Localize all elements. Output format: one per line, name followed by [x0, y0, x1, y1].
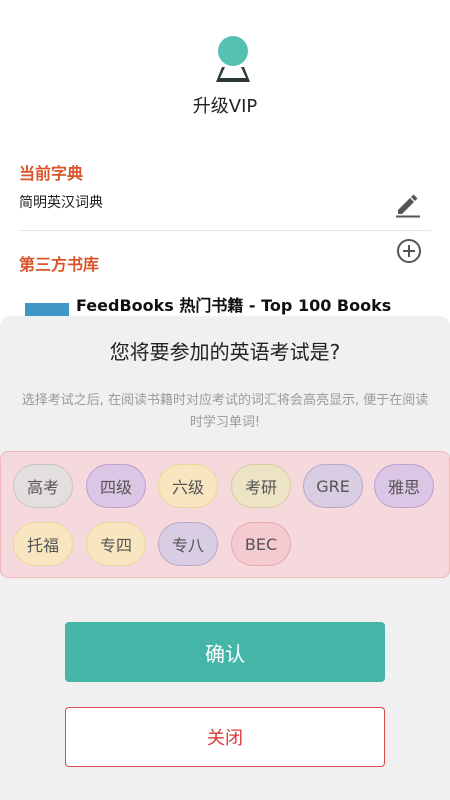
exam-option-cet4[interactable]: 四级: [86, 464, 146, 508]
exam-option-tem8[interactable]: 专八: [158, 522, 218, 566]
book-title[interactable]: FeedBooks 热门书籍 - Top 100 Books: [76, 292, 391, 316]
current-dictionary-title: 当前字典: [19, 164, 84, 183]
sheet-description: 选择考试之后, 在阅读书籍时对应考试的词汇将会高亮显示, 便于在阅读时学习单词!: [21, 393, 429, 430]
exam-option-cet6[interactable]: 六级: [158, 464, 218, 508]
section-divider: [19, 230, 431, 231]
exam-option-gre[interactable]: GRE: [303, 464, 363, 508]
exam-option-bec[interactable]: BEC: [231, 522, 291, 566]
exam-option-tem4[interactable]: 专四: [86, 522, 146, 566]
close-button[interactable]: 关闭: [65, 707, 385, 767]
exam-option-kaoyan[interactable]: 考研: [231, 464, 291, 508]
sheet-title: 您将要参加的英语考试是?: [109, 340, 341, 364]
confirm-button[interactable]: 确认: [65, 622, 385, 682]
exam-selection-sheet: 您将要参加的英语考试是? 选择考试之后, 在阅读书籍时对应考试的词汇将会高亮显示…: [0, 316, 450, 800]
book-cover-thumbnail[interactable]: [25, 303, 69, 317]
plus-circle-icon[interactable]: [396, 238, 422, 264]
user-avatar-icon[interactable]: [213, 36, 253, 84]
upgrade-vip-label[interactable]: 升级VIP: [0, 92, 450, 118]
current-dictionary-name: 简明英汉词典: [19, 195, 103, 211]
third-party-library-title: 第三方书库: [19, 255, 100, 274]
exam-options-box: 高考 四级 六级 考研 GRE 雅思 托福 专四 专八 BEC: [0, 451, 450, 578]
exam-option-gaokao[interactable]: 高考: [13, 464, 73, 508]
exam-option-toefl[interactable]: 托福: [13, 522, 73, 566]
exam-option-ielts[interactable]: 雅思: [374, 464, 434, 508]
pencil-icon[interactable]: [394, 190, 422, 218]
